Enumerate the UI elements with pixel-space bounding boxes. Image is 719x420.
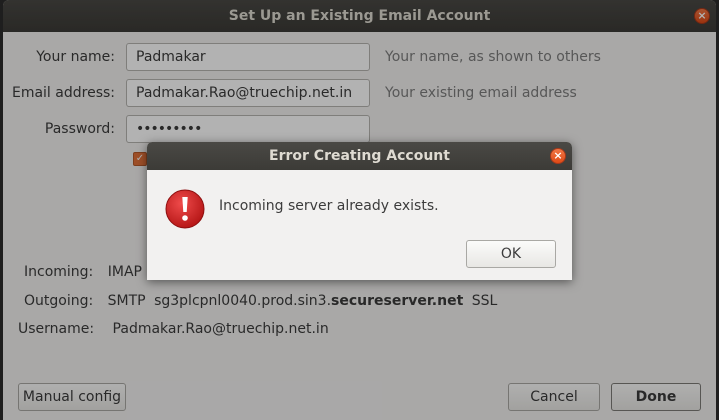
dialog-titlebar: Error Creating Account × [147, 142, 572, 170]
ok-button[interactable]: OK [466, 240, 556, 268]
error-icon [164, 188, 206, 230]
error-dialog: Error Creating Account × Incoming server… [147, 142, 572, 280]
dialog-message: Incoming server already exists. [219, 198, 439, 214]
dialog-title: Error Creating Account [269, 148, 450, 164]
close-icon[interactable]: × [550, 148, 566, 164]
